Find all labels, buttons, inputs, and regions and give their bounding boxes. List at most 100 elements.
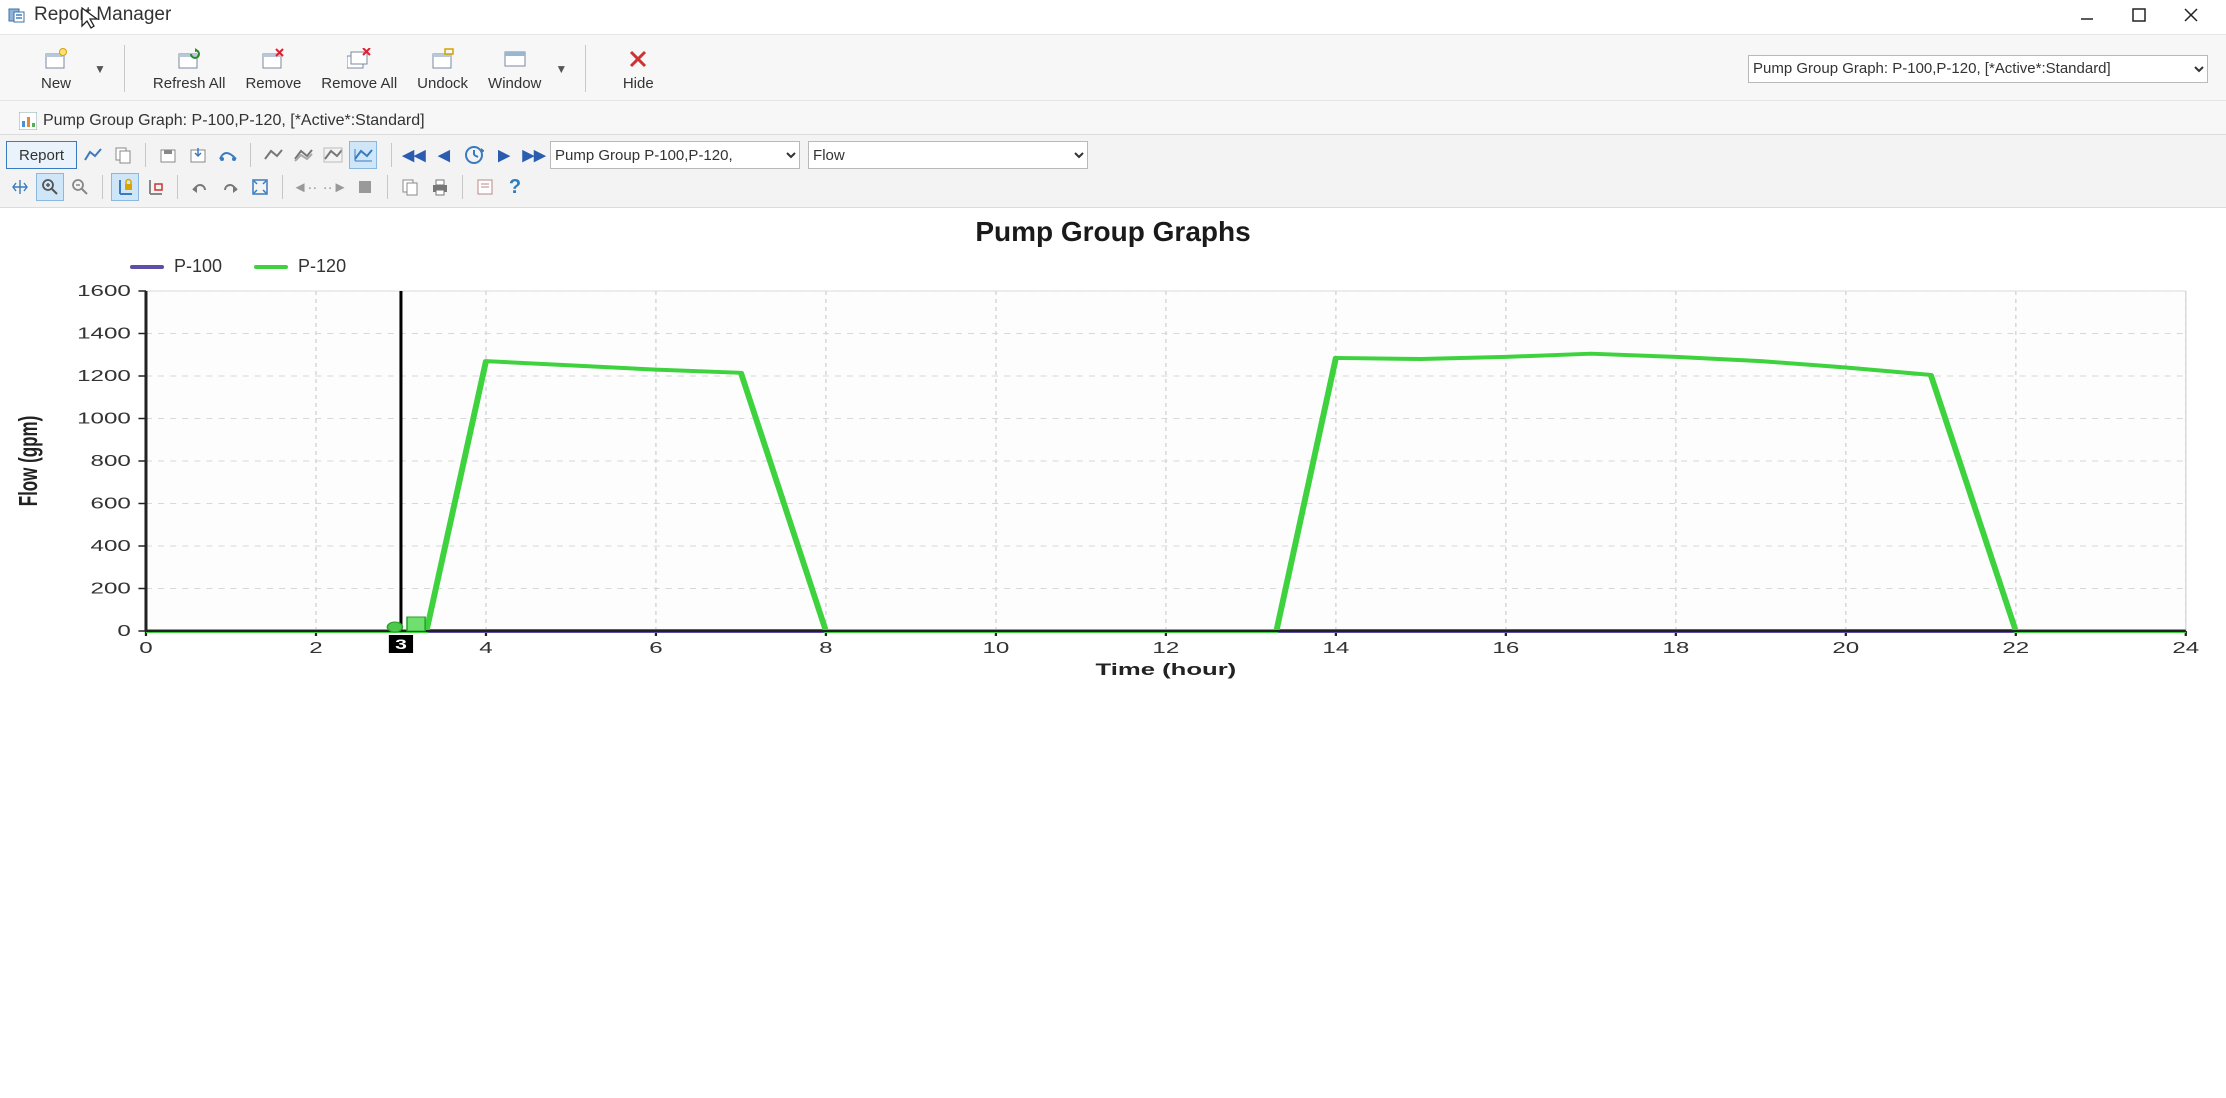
remove-all-button[interactable]: Remove All <box>311 41 407 96</box>
undock-icon <box>431 45 455 73</box>
svg-text:1400: 1400 <box>77 324 131 342</box>
svg-text:6: 6 <box>649 639 662 657</box>
new-dropdown-caret[interactable]: ▼ <box>94 62 106 76</box>
remove-label: Remove <box>245 75 301 92</box>
refresh-all-label: Refresh All <box>153 75 226 92</box>
nav-last-button[interactable]: ▶▶ <box>520 141 548 169</box>
zoom-out-button[interactable] <box>66 173 94 201</box>
copy-button[interactable] <box>109 141 137 169</box>
report-selector[interactable]: Pump Group Graph: P-100,P-120, [*Active*… <box>1748 55 2208 83</box>
metric-selector[interactable]: Flow <box>808 141 1088 169</box>
svg-text:400: 400 <box>91 537 131 555</box>
svg-text:0: 0 <box>117 622 130 640</box>
chart-style-4-button[interactable] <box>349 141 377 169</box>
app-icon <box>8 6 26 24</box>
report-button-label: Report <box>19 147 64 164</box>
tab-strip: Pump Group Graph: P-100,P-120, [*Active*… <box>0 101 2226 135</box>
chart-icon <box>19 112 37 130</box>
hscroll-left-button[interactable]: ◄·· <box>291 173 319 201</box>
legend-item-p100[interactable]: P-100 <box>130 256 222 277</box>
remove-icon <box>261 45 285 73</box>
chart-settings-button[interactable] <box>214 141 242 169</box>
undock-label: Undock <box>417 75 468 92</box>
chart-title: Pump Group Graphs <box>10 216 2216 248</box>
nav-first-button[interactable]: ◀◀ <box>400 141 428 169</box>
svg-text:1200: 1200 <box>77 367 131 385</box>
ribbon-toolbar: New ▼ Refresh All Remove Remove All <box>0 34 2226 101</box>
tab-label: Pump Group Graph: P-100,P-120, [*Active*… <box>43 112 425 130</box>
svg-text:0: 0 <box>139 639 152 657</box>
svg-text:2: 2 <box>309 639 322 657</box>
minimize-button[interactable] <box>2078 6 2096 24</box>
chart-plot[interactable]: 0200400600800100012001400160002468101214… <box>10 281 2216 681</box>
svg-text:3: 3 <box>395 637 407 653</box>
properties-button[interactable] <box>471 173 499 201</box>
hide-button[interactable]: Hide <box>604 41 672 96</box>
window-dropdown-caret[interactable]: ▼ <box>555 62 567 76</box>
remove-all-icon <box>347 45 371 73</box>
zoom-in-button[interactable] <box>36 173 64 201</box>
chart-legend: P-100 P-120 <box>130 256 2216 277</box>
window-icon <box>503 45 527 73</box>
chart-style-2-button[interactable] <box>289 141 317 169</box>
window-button[interactable]: Window <box>478 41 551 96</box>
svg-text:Time (hour): Time (hour) <box>1096 659 1237 679</box>
chart-toolbar: Report ◀◀ ◀ ▶ ▶▶ Pump Group P-1 <box>0 135 2226 208</box>
redo-view-button[interactable] <box>216 173 244 201</box>
window-title: Report Manager <box>34 4 171 26</box>
new-label: New <box>41 75 71 92</box>
stop-button[interactable] <box>351 173 379 201</box>
copy-image-button[interactable] <box>396 173 424 201</box>
refresh-all-button[interactable]: Refresh All <box>143 41 236 96</box>
axis-lock-y-button[interactable] <box>111 173 139 201</box>
new-icon <box>44 45 68 73</box>
svg-text:10: 10 <box>982 639 1009 657</box>
remove-all-label: Remove All <box>321 75 397 92</box>
hscroll-right-button[interactable]: ··► <box>321 173 349 201</box>
export-chart-button[interactable] <box>184 141 212 169</box>
pan-button[interactable] <box>6 173 34 201</box>
report-button[interactable]: Report <box>6 141 77 169</box>
tab-pump-group-graph[interactable]: Pump Group Graph: P-100,P-120, [*Active*… <box>8 107 436 134</box>
svg-text:12: 12 <box>1152 639 1179 657</box>
svg-text:20: 20 <box>1832 639 1859 657</box>
chart-type-button[interactable] <box>79 141 107 169</box>
print-button[interactable] <box>426 173 454 201</box>
close-button[interactable] <box>2182 6 2200 24</box>
undock-button[interactable]: Undock <box>407 41 478 96</box>
nav-next-button[interactable]: ▶ <box>490 141 518 169</box>
svg-text:Flow (gpm): Flow (gpm) <box>14 416 43 507</box>
svg-text:16: 16 <box>1492 639 1519 657</box>
svg-text:14: 14 <box>1322 639 1349 657</box>
axis-lock-x-button[interactable] <box>141 173 169 201</box>
chart-style-1-button[interactable] <box>259 141 287 169</box>
nav-prev-button[interactable]: ◀ <box>430 141 458 169</box>
svg-text:1600: 1600 <box>77 282 131 300</box>
remove-button[interactable]: Remove <box>235 41 311 96</box>
fit-view-button[interactable] <box>246 173 274 201</box>
save-chart-button[interactable] <box>154 141 182 169</box>
nav-time-button[interactable] <box>460 141 488 169</box>
chart-area: Pump Group Graphs P-100 P-120 0200400600… <box>0 208 2226 691</box>
window-label: Window <box>488 75 541 92</box>
titlebar: Report Manager <box>0 0 2226 34</box>
svg-text:4: 4 <box>479 639 492 657</box>
undo-view-button[interactable] <box>186 173 214 201</box>
chart-style-3-button[interactable] <box>319 141 347 169</box>
svg-text:22: 22 <box>2002 639 2029 657</box>
legend-swatch-p100 <box>130 265 164 269</box>
svg-text:200: 200 <box>91 579 131 597</box>
help-button[interactable]: ? <box>501 173 529 201</box>
legend-item-p120[interactable]: P-120 <box>254 256 346 277</box>
hide-label: Hide <box>623 75 654 92</box>
pump-group-selector[interactable]: Pump Group P-100,P-120, <box>550 141 800 169</box>
window-controls <box>2078 6 2218 24</box>
svg-text:8: 8 <box>819 639 832 657</box>
refresh-all-icon <box>177 45 201 73</box>
svg-text:800: 800 <box>91 452 131 470</box>
legend-label-p100: P-100 <box>174 256 222 277</box>
svg-text:18: 18 <box>1662 639 1689 657</box>
maximize-button[interactable] <box>2130 6 2148 24</box>
new-button[interactable]: New <box>22 41 90 96</box>
hide-icon <box>628 45 648 73</box>
